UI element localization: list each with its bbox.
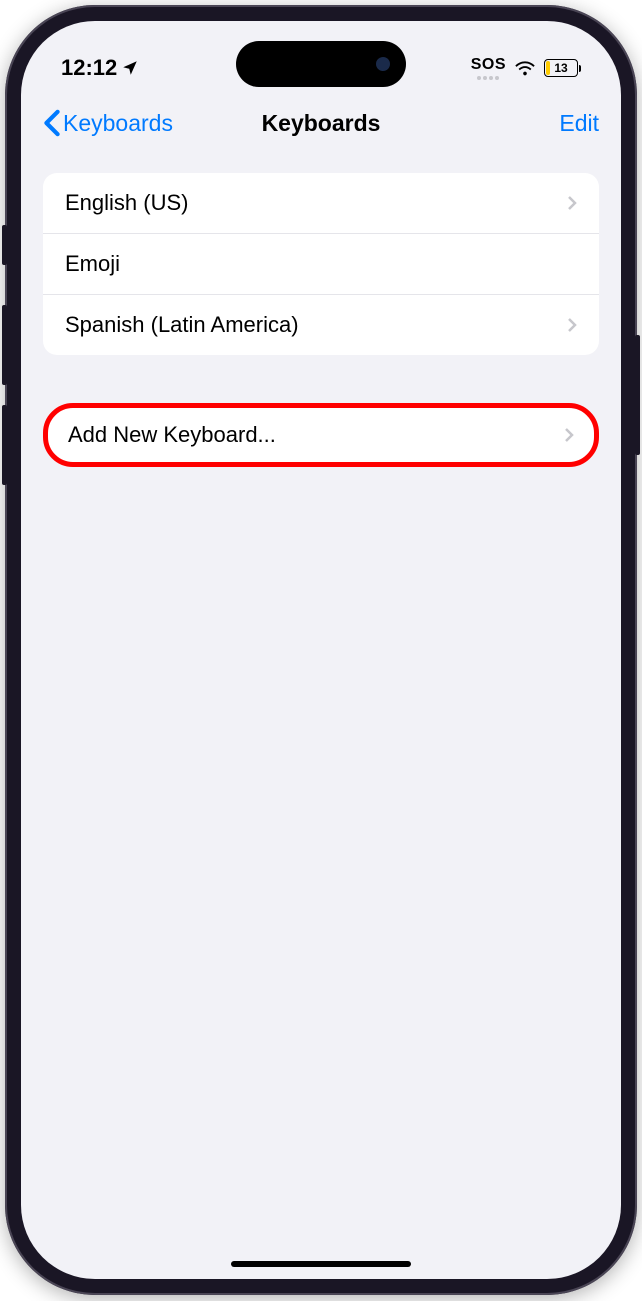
side-button (2, 225, 7, 265)
edit-button[interactable]: Edit (559, 110, 599, 137)
battery-indicator: 13 (544, 59, 581, 77)
phone-frame: 12:12 SOS 13 (5, 5, 637, 1295)
status-time: 12:12 (61, 55, 117, 81)
add-new-keyboard-button[interactable]: Add New Keyboard... (48, 408, 594, 462)
page-title: Keyboards (262, 110, 381, 137)
add-keyboard-label: Add New Keyboard... (68, 422, 276, 448)
home-indicator[interactable] (231, 1261, 411, 1267)
keyboards-list: English (US) Emoji Spanish (Latin Americ… (43, 173, 599, 355)
add-keyboard-group: Add New Keyboard... (43, 403, 599, 467)
screen: 12:12 SOS 13 (21, 21, 621, 1279)
chevron-right-icon (564, 427, 574, 443)
keyboard-item-emoji[interactable]: Emoji (43, 234, 599, 295)
camera-dot (376, 57, 390, 71)
status-left: 12:12 (61, 55, 139, 81)
battery-percent: 13 (554, 61, 567, 75)
chevron-right-icon (567, 195, 577, 211)
nav-bar: Keyboards Keyboards Edit (21, 91, 621, 155)
back-label: Keyboards (63, 110, 173, 137)
sos-text: SOS (471, 56, 506, 74)
keyboard-label: Emoji (65, 251, 120, 277)
dynamic-island (236, 41, 406, 87)
content: English (US) Emoji Spanish (Latin Americ… (21, 155, 621, 485)
keyboard-item-spanish[interactable]: Spanish (Latin America) (43, 295, 599, 355)
side-button (635, 335, 640, 455)
keyboard-label: English (US) (65, 190, 188, 216)
keyboard-label: Spanish (Latin America) (65, 312, 299, 338)
side-button (2, 305, 7, 385)
sos-indicator: SOS (471, 56, 506, 80)
location-icon (121, 59, 139, 77)
side-button (2, 405, 7, 485)
chevron-left-icon (43, 109, 61, 137)
status-right: SOS 13 (471, 56, 581, 80)
keyboard-item-english[interactable]: English (US) (43, 173, 599, 234)
back-button[interactable]: Keyboards (43, 109, 173, 137)
chevron-right-icon (567, 317, 577, 333)
wifi-icon (514, 57, 536, 79)
